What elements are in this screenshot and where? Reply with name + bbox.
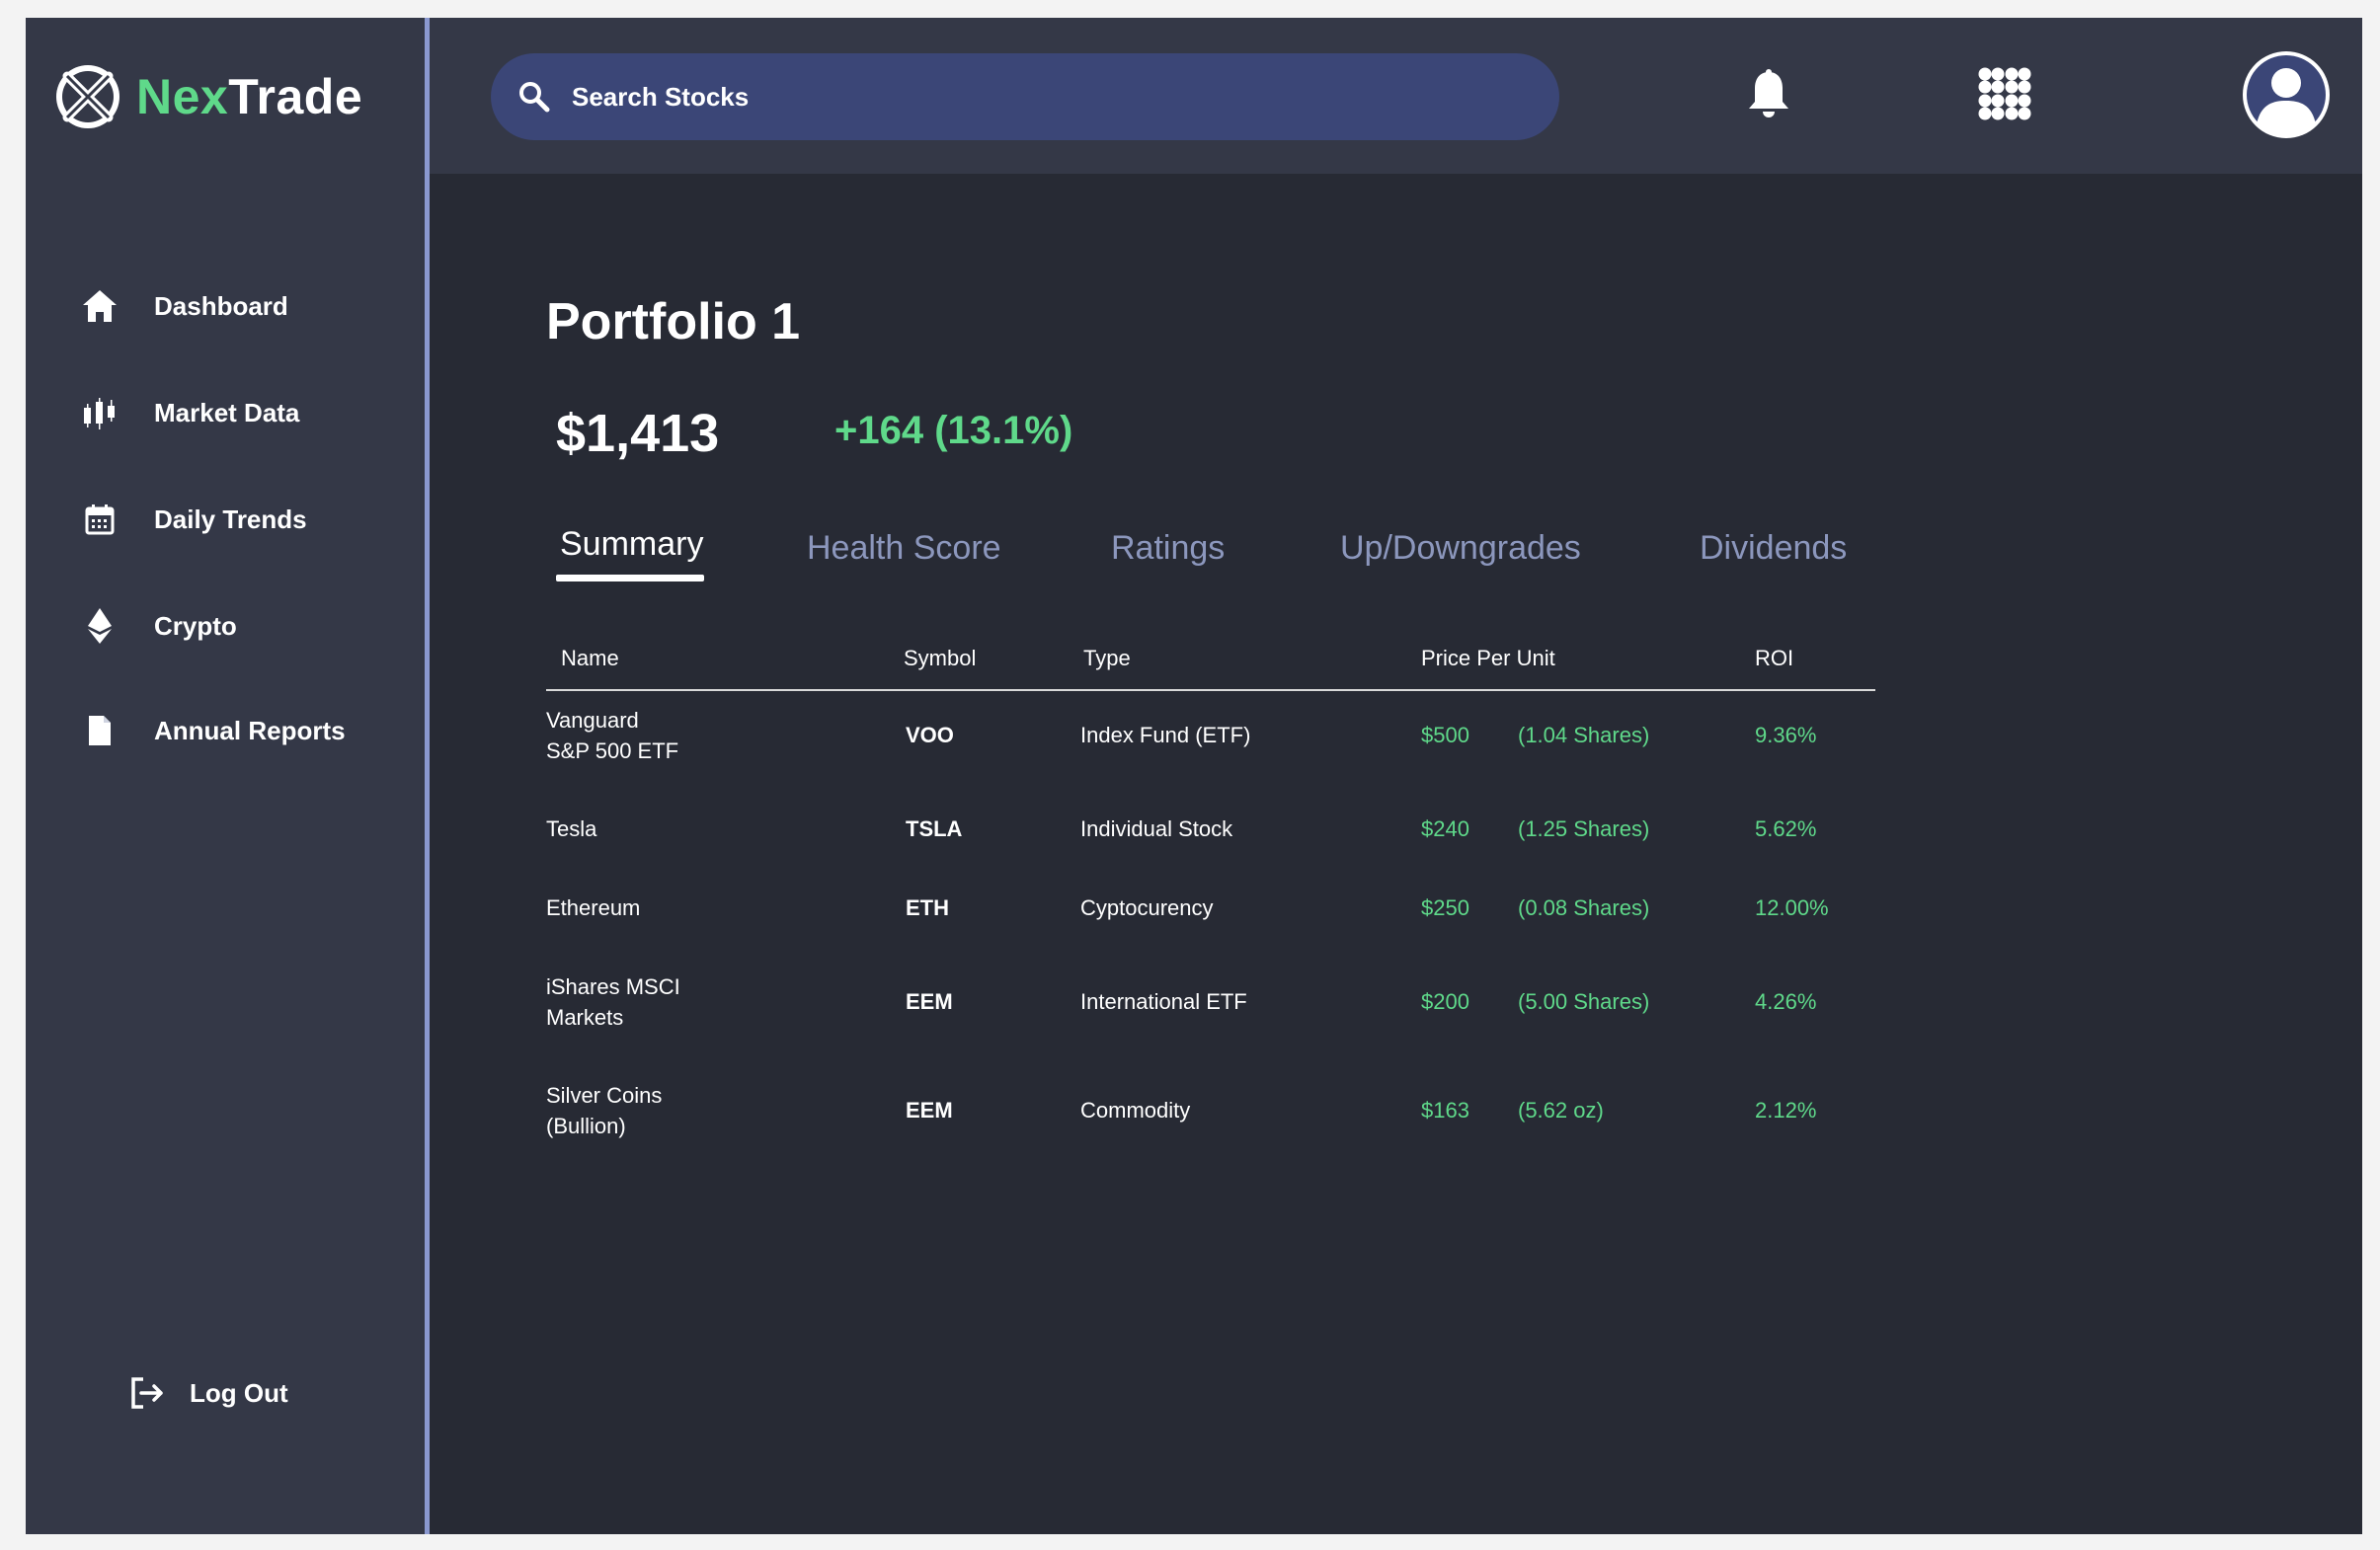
bell-icon xyxy=(1749,69,1788,117)
column-header-type[interactable]: Type xyxy=(1083,646,1131,671)
cell-roi: 12.00% xyxy=(1755,895,1829,920)
cell-roi: 5.62% xyxy=(1755,816,1817,841)
table-row[interactable]: Ethereum ETH Cyptocurency $250 (0.08 Sha… xyxy=(546,892,1875,932)
tab-ratings[interactable]: Ratings xyxy=(1111,529,1225,568)
cell-name: iShares MSCI Markets xyxy=(546,971,744,1033)
active-tab-indicator xyxy=(556,575,704,581)
cell-type: Cyptocurency xyxy=(1080,895,1214,920)
table-row[interactable]: Vanguard S&P 500 ETF VOO Index Fund (ETF… xyxy=(546,705,1875,784)
sidebar-item-label: Crypto xyxy=(154,610,237,641)
cell-type: Commodity xyxy=(1080,1098,1191,1123)
user-avatar-button[interactable] xyxy=(2241,49,2332,140)
ethereum-icon xyxy=(77,603,122,649)
cell-symbol: ETH xyxy=(906,895,949,920)
cell-type: Index Fund (ETF) xyxy=(1080,723,1251,747)
cell-name: Vanguard S&P 500 ETF xyxy=(546,705,744,766)
cell-symbol: VOO xyxy=(906,723,954,747)
cell-name-line2: (Bullion) xyxy=(546,1114,626,1138)
cell-roi: 9.36% xyxy=(1755,723,1817,747)
cell-name-line1: iShares MSCI xyxy=(546,974,680,999)
sidebar-item-label: Dashboard xyxy=(154,290,288,321)
cell-units: (0.08 Shares) xyxy=(1518,895,1650,920)
logo-icon xyxy=(56,65,119,128)
notifications-button[interactable] xyxy=(1739,65,1798,124)
brand-name: NexTrade xyxy=(136,68,362,125)
cell-roi: 4.26% xyxy=(1755,989,1817,1014)
cell-units: (1.25 Shares) xyxy=(1518,816,1650,841)
cell-roi: 2.12% xyxy=(1755,1098,1817,1123)
logout-label: Log Out xyxy=(190,1377,288,1408)
sidebar-item-annual-reports[interactable]: Annual Reports xyxy=(77,701,346,760)
cell-units: (5.00 Shares) xyxy=(1518,989,1650,1014)
logout-icon xyxy=(124,1370,170,1416)
calendar-icon xyxy=(77,497,122,542)
search-placeholder: Search Stocks xyxy=(572,81,750,112)
sidebar-item-crypto[interactable]: Crypto xyxy=(77,596,237,656)
cell-name-line1: Vanguard xyxy=(546,708,639,733)
cell-price: $163 xyxy=(1421,1098,1469,1123)
sidebar-item-market-data[interactable]: Market Data xyxy=(77,383,299,442)
cell-price: $200 xyxy=(1421,989,1469,1014)
portfolio-value: $1,413 xyxy=(556,404,720,463)
cell-price: $250 xyxy=(1421,895,1469,920)
page-title: Portfolio 1 xyxy=(546,293,801,350)
app-window: NexTrade Dashboard Market Data Daily Tre… xyxy=(26,18,2362,1534)
search-icon xyxy=(519,82,550,113)
table-header-divider xyxy=(546,689,1875,691)
sidebar-item-dashboard[interactable]: Dashboard xyxy=(77,276,288,336)
sidebar-item-daily-trends[interactable]: Daily Trends xyxy=(77,490,307,549)
candlestick-icon xyxy=(77,390,122,435)
main-content: Portfolio 1 $1,413 +164 (13.1%) Summary … xyxy=(430,174,2362,1534)
table-row[interactable]: Tesla TSLA Individual Stock $240 (1.25 S… xyxy=(546,814,1875,853)
tab-health-score[interactable]: Health Score xyxy=(807,529,1001,568)
cell-price: $240 xyxy=(1421,816,1469,841)
tab-summary[interactable]: Summary xyxy=(560,525,703,564)
sidebar: NexTrade Dashboard Market Data Daily Tre… xyxy=(26,18,425,1534)
cell-type: Individual Stock xyxy=(1080,816,1233,841)
table-row[interactable]: Silver Coins (Bullion) EEM Commodity $16… xyxy=(546,1080,1875,1159)
cell-units: (1.04 Shares) xyxy=(1518,723,1650,747)
brand-logo[interactable]: NexTrade xyxy=(53,61,362,132)
column-header-roi[interactable]: ROI xyxy=(1755,646,1793,671)
cell-type: International ETF xyxy=(1080,989,1247,1014)
cell-name: Ethereum xyxy=(546,895,641,920)
brand-name-part2: Trade xyxy=(228,69,363,124)
apps-menu-button[interactable] xyxy=(1972,61,2037,126)
tab-up-downgrades[interactable]: Up/Downgrades xyxy=(1340,529,1581,568)
cell-units: (5.62 oz) xyxy=(1518,1098,1604,1123)
topbar: Search Stocks xyxy=(430,18,2362,174)
logout-button[interactable]: Log Out xyxy=(124,1370,288,1416)
column-header-symbol[interactable]: Symbol xyxy=(904,646,976,671)
column-header-price[interactable]: Price Per Unit xyxy=(1421,646,1555,671)
cell-symbol: EEM xyxy=(906,989,953,1014)
apps-grid-icon xyxy=(1978,67,2031,120)
home-icon xyxy=(77,283,122,329)
cell-name: Tesla xyxy=(546,816,597,841)
tab-dividends[interactable]: Dividends xyxy=(1700,529,1847,568)
cell-symbol: TSLA xyxy=(906,816,963,841)
cell-name: Silver Coins (Bullion) xyxy=(546,1080,744,1141)
search-input[interactable]: Search Stocks xyxy=(491,53,1559,140)
user-avatar-icon xyxy=(2243,51,2330,138)
sidebar-item-label: Daily Trends xyxy=(154,504,307,534)
cell-name-line2: Markets xyxy=(546,1005,624,1030)
cell-name-line1: Silver Coins xyxy=(546,1083,663,1108)
brand-name-part1: Nex xyxy=(136,69,229,124)
document-icon xyxy=(77,708,122,753)
table-row[interactable]: iShares MSCI Markets EEM International E… xyxy=(546,971,1875,1050)
sidebar-item-label: Market Data xyxy=(154,397,300,427)
cell-price: $500 xyxy=(1421,723,1469,747)
cell-name-line2: S&P 500 ETF xyxy=(546,738,679,763)
cell-symbol: EEM xyxy=(906,1098,953,1123)
sidebar-item-label: Annual Reports xyxy=(154,715,346,745)
portfolio-change: +164 (13.1%) xyxy=(834,409,1073,452)
column-header-name[interactable]: Name xyxy=(561,646,619,671)
